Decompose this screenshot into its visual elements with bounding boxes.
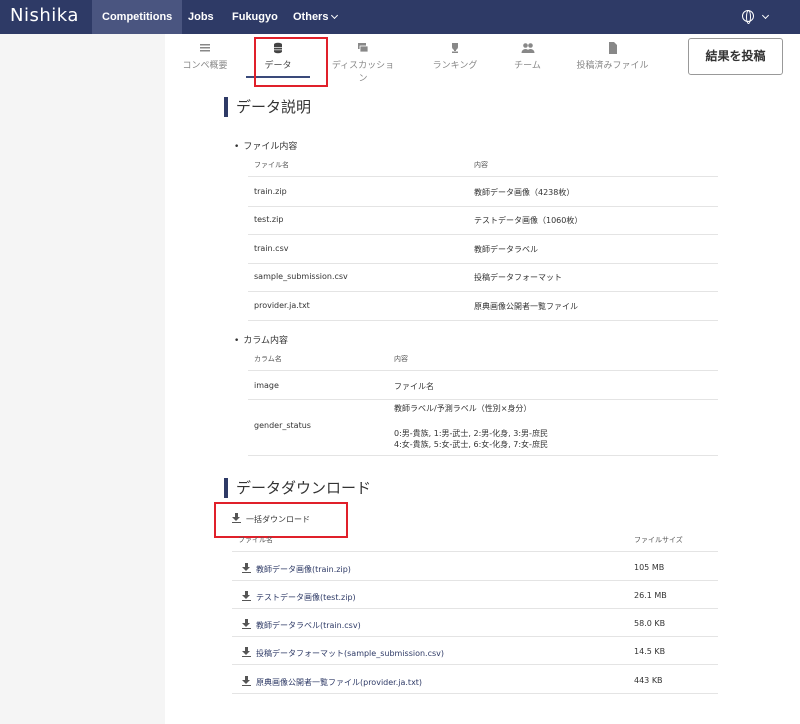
file-desc-cell: 投稿データフォーマット xyxy=(474,273,562,282)
divider xyxy=(232,551,718,552)
divider xyxy=(248,206,718,207)
file-size-cell: 26.1 MB xyxy=(634,591,667,600)
left-gutter xyxy=(0,34,165,724)
chevron-down-icon[interactable] xyxy=(761,11,770,20)
divider xyxy=(248,176,718,177)
tab-overview[interactable]: コンペ概要 xyxy=(180,42,230,78)
nav-others[interactable]: Others xyxy=(283,0,347,34)
tab-ranking[interactable]: ランキング xyxy=(430,42,480,78)
column-header-filename: ファイル名 xyxy=(238,536,273,544)
divider xyxy=(232,664,718,665)
column-name-cell: gender_status xyxy=(254,421,311,430)
columns-heading: カラム内容 xyxy=(234,333,288,346)
file-name-cell: sample_submission.csv xyxy=(254,272,348,281)
list-icon xyxy=(200,44,210,52)
nav-others-label: Others xyxy=(293,11,329,23)
trophy-icon xyxy=(452,43,458,53)
file-desc-cell: 教師データラベル xyxy=(474,245,538,254)
top-navbar: Nishika Competitions Jobs Fukugyo Others xyxy=(0,0,800,34)
download-icon xyxy=(242,676,251,686)
divider xyxy=(232,693,718,694)
tab-discussion[interactable]: ディスカッション xyxy=(328,42,398,84)
column-header-content: 内容 xyxy=(394,355,408,363)
column-desc-line: 教師ラベル/予測ラベル（性別×身分） xyxy=(394,404,532,413)
team-icon xyxy=(521,43,534,53)
file-icon xyxy=(608,42,617,54)
nav-jobs[interactable]: Jobs xyxy=(178,0,224,34)
logo[interactable]: Nishika xyxy=(10,5,79,26)
divider xyxy=(248,263,718,264)
file-size-cell: 105 MB xyxy=(634,563,665,572)
highlight-box-data-tab xyxy=(254,37,328,87)
file-name-cell: train.zip xyxy=(254,187,287,196)
divider xyxy=(248,291,718,292)
download-file-label: 教師データ画像(train.zip) xyxy=(256,565,351,574)
file-name-cell: provider.ja.txt xyxy=(254,301,310,310)
tab-label: ディスカッション xyxy=(331,61,395,84)
tab-team[interactable]: チーム xyxy=(505,42,550,78)
tab-label: コンペ概要 xyxy=(182,61,228,71)
divider xyxy=(248,320,718,321)
file-desc-cell: テストデータ画像（1060枚） xyxy=(474,216,583,225)
tab-label: チーム xyxy=(514,61,541,71)
section-title-data-download: データダウンロード xyxy=(224,478,371,498)
download-file-label: 原典画像公開者一覧ファイル(provider.ja.txt) xyxy=(256,678,423,687)
section-title-data-description: データ説明 xyxy=(224,97,311,117)
nav-competitions[interactable]: Competitions xyxy=(92,0,183,34)
divider xyxy=(248,370,718,371)
download-file-link[interactable]: 教師データ画像(train.zip) xyxy=(242,563,351,575)
column-header-content: 内容 xyxy=(474,161,488,169)
column-header-colname: カラム名 xyxy=(254,355,282,363)
column-header-filesize: ファイルサイズ xyxy=(634,536,683,544)
tab-label: 投稿済みファイル xyxy=(576,61,649,71)
divider xyxy=(248,234,718,235)
download-file-label: テストデータ画像(test.zip) xyxy=(256,593,356,602)
file-name-cell: test.zip xyxy=(254,215,284,224)
divider xyxy=(232,636,718,637)
column-desc-line: 4:女-貴族, 5:女-武士, 6:女-化身, 7:女-庶民 xyxy=(394,440,548,449)
tab-label: ランキング xyxy=(432,61,478,71)
download-icon xyxy=(242,591,251,601)
nav-fukugyo[interactable]: Fukugyo xyxy=(222,0,288,34)
submit-results-button[interactable]: 結果を投稿 xyxy=(688,38,783,75)
download-file-link[interactable]: 原典画像公開者一覧ファイル(provider.ja.txt) xyxy=(242,676,422,688)
globe-icon[interactable] xyxy=(742,10,754,24)
download-file-link[interactable]: 投稿データフォーマット(sample_submission.csv) xyxy=(242,647,444,659)
file-size-cell: 443 KB xyxy=(634,676,663,685)
file-size-cell: 14.5 KB xyxy=(634,647,666,656)
files-heading: ファイル内容 xyxy=(234,139,297,152)
download-icon xyxy=(242,647,251,657)
divider xyxy=(232,608,718,609)
column-desc-line: 0:男-貴族, 1:男-武士, 2:男-化身, 3:男-庶民 xyxy=(394,429,548,438)
highlight-box-download-all xyxy=(214,502,348,538)
file-size-cell: 58.0 KB xyxy=(634,619,666,628)
download-file-link[interactable]: テストデータ画像(test.zip) xyxy=(242,591,356,603)
download-file-label: 教師データラベル(train.csv) xyxy=(256,621,361,630)
download-icon xyxy=(242,619,251,629)
file-desc-cell: 教師データ画像（4238枚） xyxy=(474,188,575,197)
divider xyxy=(248,455,718,456)
download-file-link[interactable]: 教師データラベル(train.csv) xyxy=(242,619,361,631)
column-name-cell: image xyxy=(254,381,279,390)
file-desc-cell: 原典画像公開者一覧ファイル xyxy=(474,302,578,311)
download-file-label: 投稿データフォーマット(sample_submission.csv) xyxy=(256,649,445,658)
divider xyxy=(248,399,718,400)
divider xyxy=(232,580,718,581)
download-icon xyxy=(242,563,251,573)
chevron-down-icon xyxy=(331,11,339,20)
chat-icon xyxy=(358,43,369,53)
file-name-cell: train.csv xyxy=(254,244,289,253)
tab-submissions[interactable]: 投稿済みファイル xyxy=(575,42,650,78)
column-desc-cell: ファイル名 xyxy=(394,382,434,391)
column-header-filename: ファイル名 xyxy=(254,161,289,169)
